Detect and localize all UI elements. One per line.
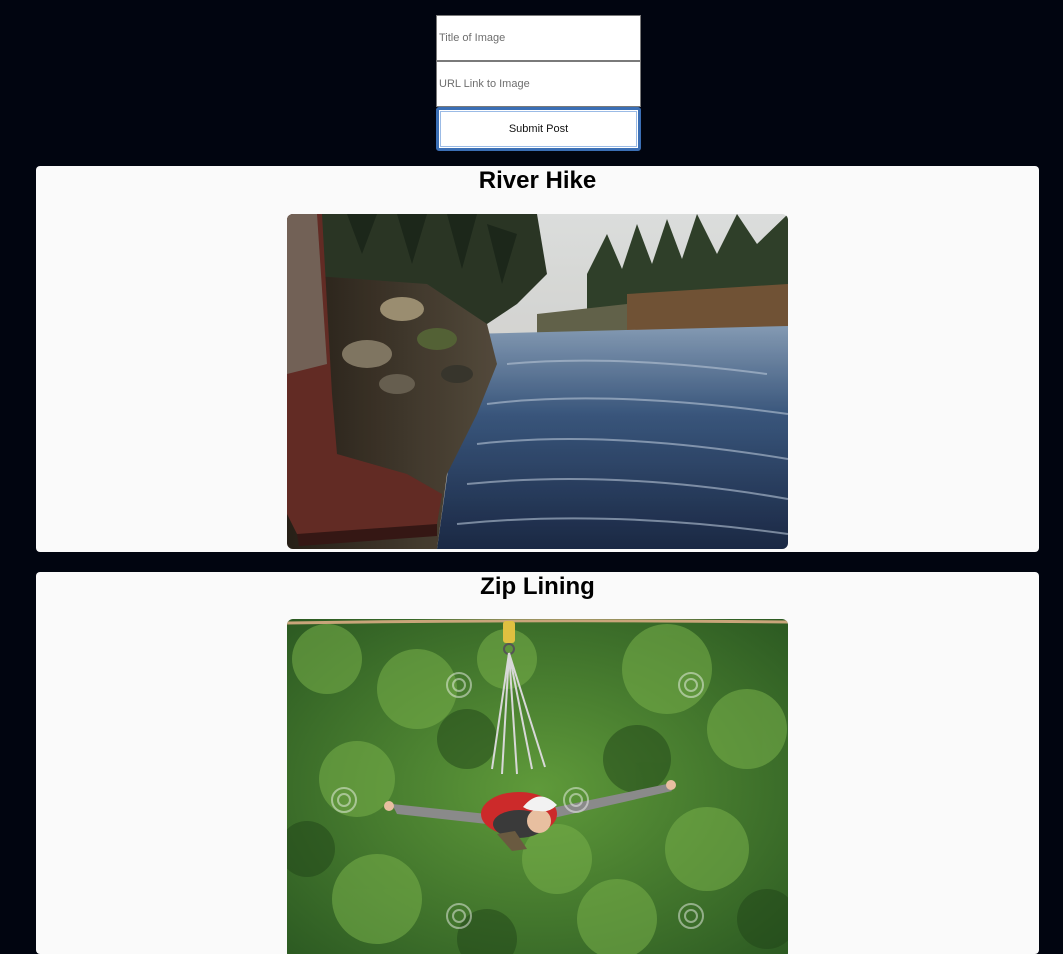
post-title: Zip Lining — [480, 573, 595, 600]
post-card: Zip Lining — [36, 572, 1039, 954]
river-hike-photo — [287, 214, 788, 549]
title-input[interactable] — [436, 15, 641, 61]
zip-lining-photo — [287, 619, 788, 954]
river-hike-image — [287, 214, 788, 549]
url-input[interactable] — [436, 61, 641, 107]
submit-post-button[interactable]: Submit Post — [436, 107, 641, 151]
post-card: River Hike — [36, 166, 1039, 552]
zip-lining-image — [287, 619, 788, 954]
new-post-form: Submit Post — [436, 15, 641, 151]
post-title: River Hike — [478, 167, 597, 194]
